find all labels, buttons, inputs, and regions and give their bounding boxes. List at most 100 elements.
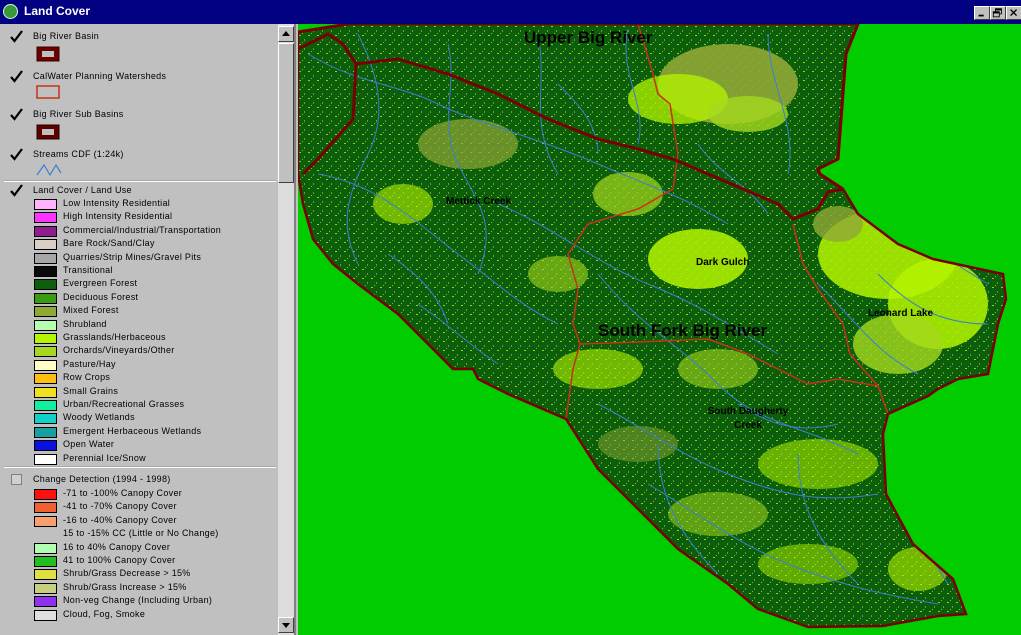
check-icon[interactable]: [10, 148, 23, 161]
legend-item: Row Crops: [0, 372, 278, 385]
legend-label: Emergent Herbaceous Wetlands: [63, 425, 202, 436]
map-label-upper-big-river: Upper Big River: [524, 28, 653, 47]
legend-label: Shrubland: [63, 318, 107, 329]
legend-swatch: [34, 386, 57, 398]
legend-label: Grasslands/Herbaceous: [63, 332, 166, 342]
legend-label: Low Intensity Residential: [63, 198, 171, 208]
map-view[interactable]: Upper Big River Mettick Creek Dark Gulch…: [298, 24, 1021, 635]
map-label-south-daugherty-creek: South Daugherty Creek: [707, 406, 789, 431]
polygon-symbol-icon: [36, 46, 60, 62]
legend-swatch: [34, 292, 57, 304]
legend-item: 16 to 40% Canopy Cover: [0, 542, 278, 555]
legend-swatch: [34, 515, 57, 527]
close-icon: [1010, 9, 1018, 17]
minimize-icon: [978, 14, 984, 17]
legend-swatch: [34, 596, 57, 608]
layer-visibility-checkbox[interactable]: [11, 474, 22, 485]
legend-item: Small Grains: [0, 386, 278, 399]
legend-swatch: [34, 225, 57, 237]
legend-item: Shrub/Grass Increase > 15%: [0, 582, 278, 595]
legend-label: 41 to 100% Canopy Cover: [63, 555, 176, 565]
legend-swatch: [34, 266, 57, 277]
legend-swatch: [34, 556, 57, 567]
check-icon[interactable]: [10, 30, 23, 43]
legend-label: Deciduous Forest: [63, 291, 139, 302]
restore-button[interactable]: [990, 6, 1006, 20]
map-label-dark-gulch: Dark Gulch: [696, 257, 750, 268]
legend-item: Orchards/Vineyards/Other: [0, 345, 278, 358]
legend-label: -71 to -100% Canopy Cover: [63, 488, 183, 498]
legend-label: Pasture/Hay: [63, 358, 116, 369]
legend-swatch: [34, 319, 57, 331]
legend-item: Shrub/Grass Decrease > 15%: [0, 568, 278, 581]
legend-item: Woody Wetlands: [0, 412, 278, 425]
legend-item: 41 to 100% Canopy Cover: [0, 555, 278, 568]
legend-item: Deciduous Forest: [0, 292, 278, 305]
legend-label: 16 to 40% Canopy Cover: [63, 541, 171, 552]
restore-icon: [992, 8, 1002, 18]
toc-scrollbar[interactable]: [278, 24, 294, 635]
legend-swatch: [34, 569, 57, 581]
legend-swatch: [34, 306, 57, 318]
legend-item: Urban/Recreational Grasses: [0, 399, 278, 412]
legend-label: -16 to -40% Canopy Cover: [63, 514, 177, 525]
legend-label: Commercial/Industrial/Transportation: [63, 224, 222, 235]
layer-name: Streams CDF (1:24k): [33, 149, 124, 159]
scroll-down-button[interactable]: [278, 617, 294, 633]
legend-item: Cloud, Fog, Smoke: [0, 609, 278, 622]
legend-item: Evergreen Forest: [0, 278, 278, 291]
legend-swatch: [34, 359, 57, 371]
legend-swatch: [34, 426, 57, 438]
scroll-thumb[interactable]: [278, 43, 294, 183]
layer-streams-cdf: Streams CDF (1:24k): [0, 146, 278, 178]
map-label-south-fork-big-river: South Fork Big River: [598, 321, 768, 340]
legend-label: 15 to -15% CC (Little or No Change): [63, 528, 219, 539]
legend-item: Non-veg Change (Including Urban): [0, 595, 278, 608]
legend-label: Evergreen Forest: [63, 278, 138, 289]
legend-item: High Intensity Residential: [0, 211, 278, 224]
window-title: Land Cover: [24, 4, 91, 18]
legend-swatch: [34, 252, 57, 264]
legend-label: Small Grains: [63, 385, 119, 396]
legend-item: 15 to -15% CC (Little or No Change): [0, 528, 278, 541]
globe-icon: [3, 4, 18, 19]
legend-swatch: [34, 453, 57, 465]
legend-label: Orchards/Vineyards/Other: [63, 345, 175, 356]
layer-land-cover: Land Cover / Land Use Low Intensity Resi…: [0, 184, 278, 466]
legend-item: Mixed Forest: [0, 305, 278, 318]
window-titlebar[interactable]: Land Cover: [0, 0, 1021, 24]
legend-item: Open Water: [0, 439, 278, 452]
check-icon[interactable]: [10, 184, 23, 197]
legend-label: Shrub/Grass Decrease > 15%: [63, 568, 191, 579]
legend-item: Quarries/Strip Mines/Gravel Pits: [0, 252, 278, 265]
table-of-contents: Big River Basin CalWater Planning Waters…: [0, 24, 296, 635]
legend-swatch: [34, 440, 57, 452]
layer-name: Land Cover / Land Use: [33, 185, 132, 195]
layer-name: Big River Sub Basins: [33, 109, 124, 119]
legend-item: Shrubland: [0, 319, 278, 332]
legend-label: High Intensity Residential: [63, 211, 173, 222]
legend-label: Open Water: [63, 439, 115, 450]
legend-swatch: [34, 542, 57, 554]
scroll-up-button[interactable]: [278, 26, 294, 42]
legend-item: Grasslands/Herbaceous: [0, 332, 278, 345]
map-label-mettick-creek: Mettick Creek: [446, 196, 512, 207]
check-icon[interactable]: [10, 108, 23, 121]
legend-item: Commercial/Industrial/Transportation: [0, 225, 278, 238]
polygon-outline-symbol-icon: [36, 85, 60, 99]
legend-label: -41 to -70% Canopy Cover: [63, 501, 177, 512]
layer-change-detection: Change Detection (1994 - 1998) -71 to -1…: [0, 472, 278, 632]
legend-swatch: [34, 582, 57, 594]
minimize-button[interactable]: [974, 6, 990, 20]
line-symbol-icon: [36, 163, 62, 177]
legend-label: Non-veg Change (Including Urban): [63, 595, 213, 606]
legend-swatch: [34, 400, 57, 411]
polygon-symbol-icon: [36, 124, 60, 140]
legend-swatch: [34, 199, 57, 210]
check-icon[interactable]: [10, 70, 23, 83]
layer-name: Change Detection (1994 - 1998): [33, 474, 171, 484]
legend-label: Woody Wetlands: [63, 412, 135, 423]
legend-swatch: [34, 212, 57, 224]
legend-swatch: [34, 489, 57, 500]
close-button[interactable]: [1006, 6, 1021, 20]
